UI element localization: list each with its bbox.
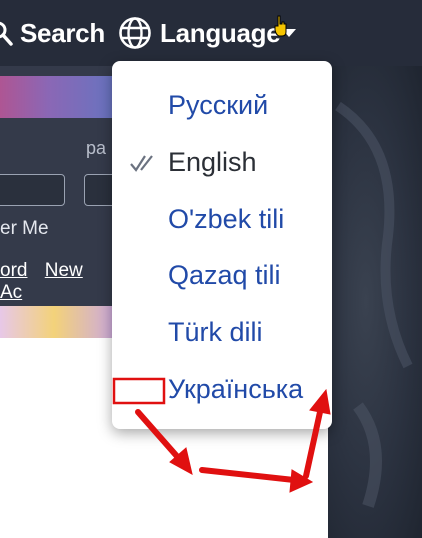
remember-me-label[interactable]: er Me [0,218,49,240]
language-option-ukrainian[interactable]: Українська [168,371,303,407]
search-icon [0,21,13,46]
top-navigation-bar: Search Language [0,0,422,66]
language-menu-button[interactable]: Language [118,16,297,50]
globe-icon [119,17,151,49]
password-label: pa [86,138,107,158]
forgot-password-link[interactable]: ord [0,260,27,281]
language-option-label: Українська [168,373,304,404]
language-option-label: O'zbek tili [168,203,285,234]
language-dropdown: Русский English O'zbek tili Qazaq tili T… [112,61,332,429]
hand-cursor-icon [274,15,287,37]
language-option-uzbek[interactable]: O'zbek tili [168,201,284,237]
username-field[interactable] [0,174,65,206]
background-image [328,66,422,538]
language-option-label: Türk dili [168,316,263,347]
language-option-label: Русский [168,89,269,120]
language-menu-label: Language [160,17,281,48]
language-option-turkish[interactable]: Türk dili [168,314,263,350]
login-panel: pa er Me ord New Ac [0,66,120,338]
language-option-label: Qazaq tili [168,259,281,290]
double-check-icon [130,155,153,172]
background-swirl [335,101,413,508]
search-nav-label: Search [20,17,105,48]
language-option-english[interactable]: English [168,144,257,180]
language-option-russian[interactable]: Русский [168,87,268,123]
language-option-kazakh[interactable]: Qazaq tili [168,257,281,293]
login-panel-footer-art [0,306,120,338]
login-links: ord New Ac [0,260,120,304]
login-panel-banner [0,76,120,118]
search-nav-button[interactable]: Search [0,16,105,50]
language-option-label: English [168,146,257,177]
